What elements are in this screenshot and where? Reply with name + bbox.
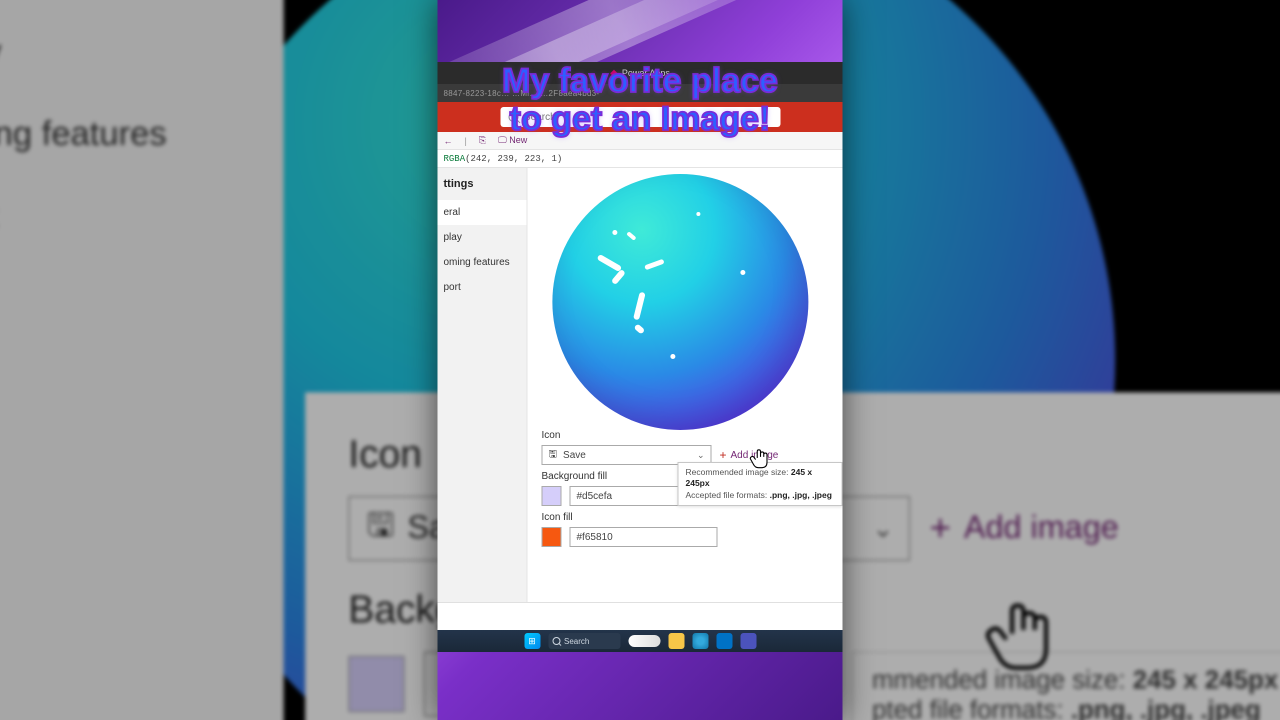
data-icon[interactable]: ⎘	[479, 135, 486, 146]
explorer-icon[interactable]	[668, 633, 684, 649]
taskbar-widget[interactable]	[628, 635, 660, 647]
start-button[interactable]: ⊞	[524, 633, 540, 649]
sidebar-item-support[interactable]: port	[438, 275, 527, 300]
bg-add-image-link: + Add image	[929, 507, 1118, 549]
teams-icon[interactable]	[740, 633, 756, 649]
plus-icon: +	[720, 448, 727, 462]
bgfill-swatch[interactable]	[542, 486, 562, 506]
settings-main: Icon 🖫Save ⌄ + Add image Background	[528, 168, 843, 602]
sidebar-item-general[interactable]: eral	[438, 200, 527, 225]
studio-status-bar	[438, 602, 843, 630]
formula-bar[interactable]: RGBA(242, 239, 223, 1)	[438, 150, 843, 168]
icon-label: Icon	[542, 430, 829, 441]
chevron-down-icon: ⌄	[872, 513, 894, 544]
taskbar-search[interactable]: Search	[548, 633, 620, 649]
settings-sidebar: ttings eral play oming features port	[438, 168, 528, 602]
bg-tooltip: mmended image size: 245 x 245px pted fil…	[851, 652, 1280, 720]
iconfill-label: Icon fill	[542, 512, 829, 523]
powerapps-window: ◆ Power Apps 8847-8223-18c… …Mi… …2F8aea…	[438, 62, 843, 652]
bg-sidebar-item: play	[0, 10, 284, 92]
edge-icon[interactable]	[692, 633, 708, 649]
sidebar-item-display[interactable]: play	[438, 225, 527, 250]
bg-color-swatch	[348, 656, 404, 712]
orb-graphic	[552, 174, 808, 430]
video-caption: My favorite place to get an Image!	[502, 62, 778, 138]
bg-sidebar-item: oming features	[0, 92, 284, 174]
search-icon	[552, 637, 560, 645]
chevron-down-icon: ⌄	[697, 450, 705, 461]
back-icon[interactable]: ←	[444, 136, 453, 146]
iconfill-hex-input[interactable]: #f65810	[570, 527, 718, 547]
windows-taskbar: ⊞ Search	[438, 630, 843, 652]
iconfill-swatch[interactable]	[542, 527, 562, 547]
bg-sidebar-item: port	[0, 174, 284, 256]
plus-icon: +	[929, 507, 950, 549]
save-icon: 🖫	[367, 501, 395, 556]
cursor-hand-icon	[750, 446, 772, 477]
settings-heading: ttings	[438, 168, 527, 200]
save-icon: 🖫	[549, 447, 558, 464]
bg-settings-sidebar: eral play oming features port	[0, 0, 284, 720]
outlook-icon[interactable]	[716, 633, 732, 649]
cursor-hand-icon-bg	[986, 592, 1062, 688]
bg-sidebar-item: eral	[0, 0, 284, 10]
sidebar-item-upcoming[interactable]: oming features	[438, 250, 527, 275]
